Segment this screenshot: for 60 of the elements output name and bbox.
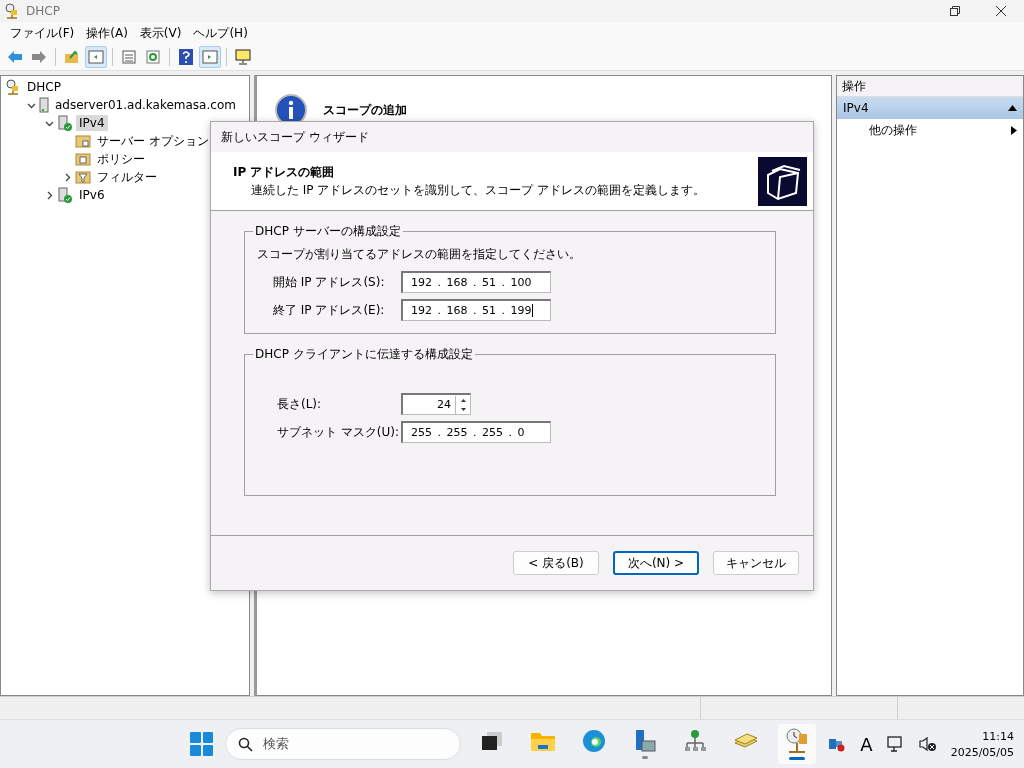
tree-item[interactable]: サーバー オプション — [94, 131, 212, 151]
dialog-button[interactable]: 次へ(N) > — [613, 551, 699, 575]
field-label: サブネット マスク(U): — [277, 423, 400, 441]
menu-item[interactable]: 操作(A) — [80, 22, 134, 44]
clock[interactable]: 11:14 2025/05/05 — [950, 729, 1015, 759]
dhcp-icon[interactable] — [784, 728, 809, 754]
dialog-title: 新しいスコープ ウィザード — [221, 128, 369, 146]
network-icon[interactable] — [683, 729, 708, 753]
group-legend: DHCP クライアントに伝達する構成設定 — [253, 346, 475, 363]
folder-icon[interactable] — [529, 730, 556, 752]
folder-icon — [75, 151, 91, 167]
actions-header: 操作 — [837, 76, 1023, 97]
browser-icon[interactable] — [581, 729, 606, 753]
menu-item[interactable]: ファイル(F) — [4, 22, 81, 44]
content-title: スコープの追加 — [323, 101, 407, 119]
close-icon[interactable] — [996, 6, 1006, 16]
dialog-heading: IP アドレスの範囲 — [233, 163, 336, 181]
dhcp-icon — [5, 79, 21, 95]
tree-item[interactable]: ポリシー — [94, 149, 148, 169]
filter-folder-icon — [75, 169, 91, 185]
window-title: DHCP — [26, 4, 60, 18]
ip-address-field[interactable]: 192 . 168 . 51 . 100 — [401, 271, 551, 293]
collapse-triangle-icon[interactable] — [1008, 105, 1017, 111]
tree-item[interactable]: フィルター — [94, 167, 160, 187]
spin-down-icon[interactable] — [460, 407, 466, 411]
task-view-icon[interactable] — [480, 730, 505, 752]
search-icon — [238, 736, 254, 752]
search-field[interactable]: 検索 — [225, 728, 461, 760]
dhcp-icon — [4, 3, 20, 19]
ip-address-field[interactable]: 192 . 168 . 51 . 199 — [401, 299, 551, 321]
ime-indicator[interactable]: A — [860, 733, 873, 755]
start-button[interactable] — [190, 732, 214, 756]
instruction-text: スコープが割り当てるアドレスの範囲を指定してください。 — [257, 246, 582, 263]
spin-field[interactable]: 24 — [401, 393, 471, 415]
network-shield-icon[interactable] — [828, 736, 847, 752]
tree-item[interactable]: adserver01.ad.kakemasa.com — [52, 97, 239, 113]
dialog-button[interactable]: キャンセル — [713, 551, 799, 575]
tree-item[interactable]: DHCP — [24, 79, 64, 95]
action-item[interactable]: 他の操作 — [837, 119, 1023, 141]
group-legend: DHCP サーバーの構成設定 — [253, 223, 403, 240]
ip-address-field[interactable]: 255 . 255 . 255 . 0 — [401, 421, 551, 443]
menu-item[interactable]: ヘルプ(H) — [187, 22, 254, 44]
dialog-description: 連続した IP アドレスのセットを識別して、スコープ アドレスの範囲を定義します。 — [250, 181, 707, 199]
field-label: 開始 IP アドレス(S): — [273, 273, 386, 291]
field-label: 長さ(L): — [277, 395, 323, 413]
server-icon — [39, 97, 49, 113]
restore-icon[interactable] — [950, 6, 960, 16]
actions-section-header[interactable]: IPv4 — [837, 97, 1023, 119]
dialog-button[interactable]: < 戻る(B) — [513, 551, 599, 575]
server-check-icon — [57, 115, 73, 131]
monitor-icon[interactable] — [886, 735, 905, 753]
server-check-icon — [57, 187, 73, 203]
menu-item[interactable]: 表示(V) — [133, 22, 188, 44]
tree-item[interactable]: IPv6 — [76, 187, 108, 203]
spin-up-icon[interactable] — [460, 398, 466, 402]
tree-item[interactable]: IPv4 — [76, 115, 108, 131]
submenu-triangle-icon — [1011, 125, 1017, 135]
folder-icon — [75, 133, 91, 149]
muted-speaker-icon[interactable] — [918, 736, 937, 752]
field-label: 終了 IP アドレス(E): — [273, 301, 386, 319]
